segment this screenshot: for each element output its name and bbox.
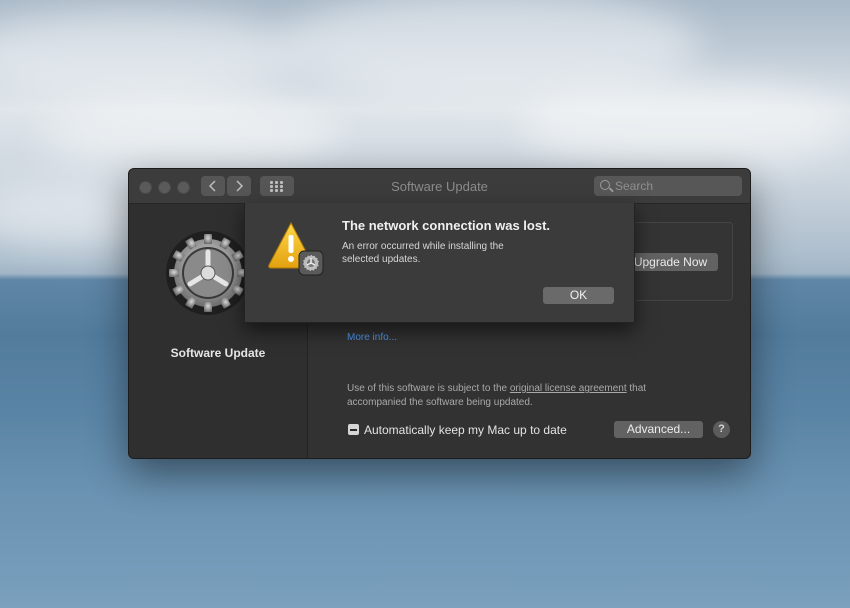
auto-update-label[interactable]: Automatically keep my Mac up to date [364, 423, 567, 437]
sidebar-title: Software Update [170, 346, 266, 360]
error-alert-sheet: The network connection was lost. An erro… [244, 203, 635, 323]
search-placeholder: Search [615, 179, 654, 193]
gear-icon [154, 219, 262, 327]
alert-title: The network connection was lost. [342, 218, 551, 233]
ok-button[interactable]: OK [543, 287, 614, 304]
search-icon [600, 180, 610, 190]
upgrade-now-button[interactable]: Upgrade Now [623, 253, 718, 271]
more-info-link[interactable]: More info... [347, 332, 397, 343]
warning-icon [267, 221, 327, 277]
license-text: Use of this software is subject to the o… [347, 382, 697, 410]
title-bar: Software Update Search [129, 169, 750, 204]
advanced-button[interactable]: Advanced... [614, 421, 703, 438]
license-prefix: Use of this software is subject to the [347, 383, 510, 394]
auto-update-checkbox[interactable] [348, 424, 359, 435]
alert-message: An error occurred while installing the s… [342, 241, 504, 265]
help-button[interactable]: ? [713, 421, 730, 438]
search-field[interactable]: Search [594, 176, 742, 196]
license-agreement-link[interactable]: original license agreement [510, 383, 627, 394]
